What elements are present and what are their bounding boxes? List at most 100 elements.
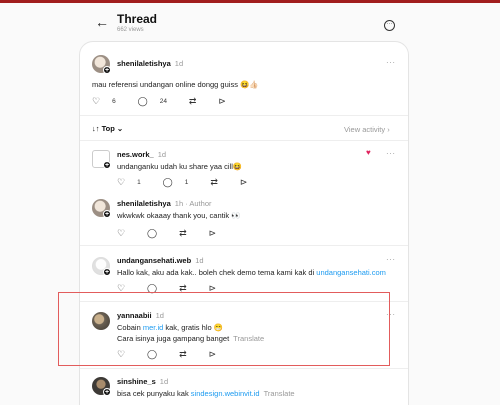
post-time: 1d [159,377,169,386]
reply-link[interactable]: sindesign.webinvit.id [191,389,260,398]
send-icon: ⊳ [208,228,217,238]
reply-count: 1 [184,179,189,186]
comment-icon: ◯ [147,228,158,238]
reply-text: wkwkwk okaaay thank you, cantik 👀 [117,211,241,220]
root-post-text: mau referensi undangan online dongg guis… [92,80,259,89]
reply-action-bar: ♡ 1 ◯ 1 ⇄ ⊳ [117,178,267,188]
repost-button[interactable]: ⇄ [210,178,228,187]
follow-plus-icon[interactable]: + [103,210,111,218]
more-options-icon[interactable]: ··· [386,310,396,319]
send-icon: ⊳ [208,349,217,359]
reply-text-part: bisa cek punyaku kak [117,389,191,398]
reply-button[interactable]: ◯ 1 [163,178,199,187]
repost-icon: ⇄ [210,177,218,187]
reply-text: undanganku udah ku share yaa cill😆 [117,162,242,171]
post-time: 1d [174,59,184,68]
username-text[interactable]: yannaabii [117,311,152,320]
like-button[interactable]: ♡ 1 [117,178,151,187]
follow-plus-icon[interactable]: + [103,161,111,169]
repost-button[interactable]: ⇄ [179,229,197,238]
reply-link[interactable]: mer.id [143,323,163,332]
heart-icon: ♡ [117,349,126,359]
chevron-down-icon: ⌄ [116,124,124,133]
post-time: 1d [155,311,164,320]
share-button[interactable]: ⊳ [240,178,258,187]
repost-icon: ⇄ [188,96,197,106]
reply-text-line2: Cara isinya juga gampang banget Translate [117,334,264,343]
root-username[interactable]: shenilaletishya 1d [117,59,183,68]
translate-link[interactable]: Translate [233,334,264,343]
translate-link[interactable]: Translate [264,389,295,398]
reply-button[interactable]: ◯ 24 [138,97,177,106]
reply-username[interactable]: sinshine_s 1d [117,377,168,386]
reply-action-bar: ♡ ◯ ⇄ ⊳ [117,350,236,360]
reply-text-part: wkwkwk okaaay thank you, cantik 👀 [117,211,241,220]
divider [80,245,408,246]
like-button[interactable]: ♡ 6 [92,97,126,106]
reply-count: 24 [159,98,167,105]
reply-text-part: Hallo kak, aku ada kak.. boleh chek demo… [117,268,317,277]
comment-icon: ◯ [162,177,173,187]
like-count: 1 [137,179,141,186]
reply-username[interactable]: nes.work_ 1d [117,150,166,159]
reply-text: bisa cek punyaku kak sindesign.webinvit.… [117,389,295,398]
repost-button[interactable]: ⇄ [179,350,197,359]
reply-text: Cobain mer.id kak, gratis hlo 😁 [117,323,223,332]
reply-text-part: Cobain [117,323,143,332]
avatar[interactable] [92,312,110,330]
reply-username[interactable]: yannaabii 1d [117,311,164,320]
author-tag: · Author [185,199,212,208]
share-button[interactable]: ⊳ [218,97,236,106]
thread-header: ← Thread 662 views ··· [0,3,500,41]
send-icon: ⊳ [239,177,248,187]
username-text[interactable]: sinshine_s [117,377,156,386]
reply-action-bar: ♡ ◯ ⇄ ⊳ [117,229,236,239]
views-count: 662 views [117,27,144,33]
username-text[interactable]: undangansehati.web [117,256,191,265]
reply-button[interactable]: ◯ [147,350,167,359]
like-count: 6 [112,98,116,105]
sort-label[interactable]: ↓↑ Top [92,124,115,133]
more-circle-icon[interactable]: ··· [384,20,395,31]
author-liked-icon: ♥ [366,148,371,157]
root-action-bar: ♡ 6 ◯ 24 ⇄ ⊳ [92,97,246,107]
username-text[interactable]: shenilaletishya [117,199,171,208]
post-time: 1d [157,150,167,159]
follow-plus-icon[interactable]: + [103,388,111,396]
back-arrow-icon[interactable]: ← [95,15,109,29]
reply-text-part: kak, gratis hlo 😁 [163,323,224,332]
share-button[interactable]: ⊳ [209,229,227,238]
post-time: 1h [174,199,184,208]
share-button[interactable]: ⊳ [209,350,227,359]
reply-text-part: undanganku udah ku share yaa cill😆 [117,162,243,171]
heart-icon: ♡ [92,96,101,106]
comment-icon: ◯ [147,349,158,359]
sort-dropdown[interactable]: ↓↑ Top ⌄ [92,124,123,133]
reply-text-part: Cara isinya juga gampang banget [117,334,230,343]
page-title: Thread [117,12,158,26]
send-icon: ⊳ [218,96,226,106]
repost-icon: ⇄ [179,228,187,238]
reply-button[interactable]: ◯ [147,229,167,238]
view-activity-link[interactable]: View activity › [344,125,390,134]
comment-icon: ◯ [137,96,148,106]
username-text[interactable]: shenilaletishya [117,59,171,68]
more-options-icon[interactable]: ··· [386,149,396,158]
like-button[interactable]: ♡ [117,350,135,359]
more-options-icon[interactable]: ··· [386,58,396,67]
follow-plus-icon[interactable]: + [103,268,111,276]
reply-username[interactable]: shenilaletishya 1h · Author [117,199,211,208]
repost-button[interactable]: ⇄ [189,97,207,106]
divider [80,140,408,141]
reply-link[interactable]: undangansehati.com [316,268,386,277]
divider [80,115,408,116]
post-time: 1d [195,256,204,265]
heart-icon: ♡ [117,177,126,187]
reply-username[interactable]: undangansehati.web 1d [117,256,204,265]
like-button[interactable]: ♡ [117,229,135,238]
repost-icon: ⇄ [179,349,187,359]
username-text[interactable]: nes.work_ [117,150,154,159]
follow-plus-icon[interactable]: + [103,66,111,74]
divider [80,368,408,369]
more-options-icon[interactable]: ··· [386,255,396,264]
